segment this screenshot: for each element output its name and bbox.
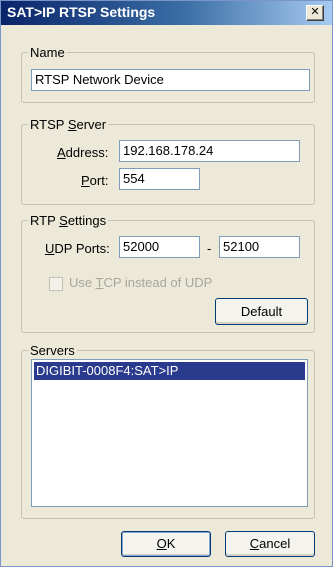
udp-port-to-input[interactable]: 52100: [219, 236, 300, 258]
port-input[interactable]: 554: [119, 168, 200, 190]
udp-ports-label: UDP Ports:: [45, 241, 110, 256]
rtsp-server-group-label: RTSP Server: [30, 117, 107, 132]
server-list-item[interactable]: DIGIBIT-0008F4:SAT>IP: [34, 362, 305, 380]
name-group-label: Name: [30, 45, 65, 60]
default-button[interactable]: Default: [215, 298, 308, 325]
use-tcp-label: Use TCP instead of UDP: [69, 275, 213, 290]
rtp-settings-group-label: RTP Settings: [30, 213, 107, 228]
close-button[interactable]: ✕: [306, 5, 324, 21]
address-input[interactable]: 192.168.178.24: [119, 140, 300, 162]
udp-port-from-input[interactable]: 52000: [119, 236, 200, 258]
servers-group-label: Servers: [30, 343, 75, 358]
use-tcp-checkbox[interactable]: [49, 277, 63, 291]
udp-port-range-dash: -: [207, 241, 212, 256]
address-label: Address:: [57, 145, 109, 160]
port-label: Port:: [81, 173, 109, 188]
dialog-window: SAT>IP RTSP Settings ✕ Name RTSP Network…: [0, 0, 333, 567]
ok-button[interactable]: OK: [121, 531, 211, 557]
window-title: SAT>IP RTSP Settings: [7, 4, 156, 20]
servers-listbox[interactable]: DIGIBIT-0008F4:SAT>IP: [31, 359, 308, 507]
title-bar[interactable]: SAT>IP RTSP Settings ✕: [1, 1, 332, 25]
close-icon: ✕: [310, 6, 320, 18]
cancel-button[interactable]: Cancel: [225, 531, 315, 557]
device-name-input[interactable]: RTSP Network Device: [31, 69, 310, 91]
